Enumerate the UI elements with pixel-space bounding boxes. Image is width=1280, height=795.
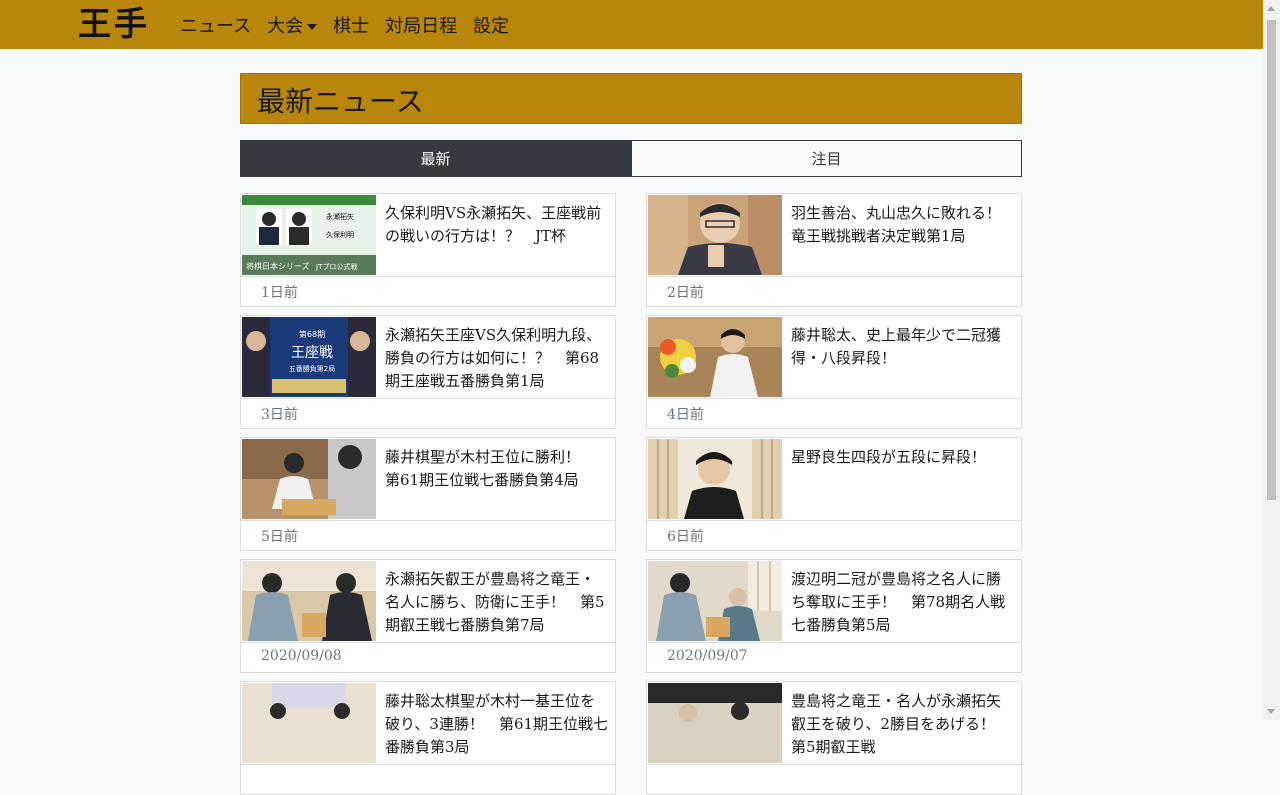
- nav-tournaments-label: 大会: [267, 15, 304, 37]
- tab-featured[interactable]: 注目: [631, 140, 1022, 177]
- nav-schedule[interactable]: 対局日程: [385, 12, 457, 38]
- nav-tournaments-dropdown[interactable]: 大会: [267, 12, 318, 38]
- news-date: 6日前: [667, 529, 704, 545]
- card-divider: [647, 642, 1021, 643]
- news-card[interactable]: 藤井聡太、史上最年少で二冠獲得・八段昇段！ 4日前: [646, 315, 1022, 429]
- news-thumbnail: 第68期 王座戦 五番勝負第2局: [242, 317, 376, 397]
- news-date: 5日前: [261, 529, 298, 545]
- thumb-text-term: 第68期: [299, 329, 325, 339]
- news-card[interactable]: 第68期 王座戦 五番勝負第2局 永瀬拓矢王座VS久保利明九段、勝負の行方は如何…: [240, 315, 616, 429]
- nav-settings[interactable]: 設定: [473, 12, 509, 38]
- news-title[interactable]: 渡辺明二冠が豊島将之名人に勝ち奪取に王手！ 第78期名人戦七番勝負第5局: [791, 568, 1015, 637]
- news-thumbnail: [242, 561, 376, 641]
- card-divider: [647, 764, 1021, 765]
- card-divider: [647, 520, 1021, 521]
- news-thumbnail: [648, 317, 782, 397]
- top-navbar: 王手 ニュース 大会 棋士 対局日程 設定: [0, 0, 1263, 49]
- news-date: 3日前: [261, 407, 298, 423]
- news-title[interactable]: 藤井聡太棋聖が木村一基王位を破り、3連勝！ 第61期王位戦七番勝負第3局: [385, 690, 609, 759]
- scroll-down-arrow-icon[interactable]: [1267, 709, 1275, 714]
- page-header: 最新ニュース: [240, 73, 1022, 124]
- page-title: 最新ニュース: [257, 85, 424, 118]
- news-thumbnail: [648, 561, 782, 641]
- news-card[interactable]: 永瀬拓矢叡王が豊島将之竜王・名人に勝ち、防衛に王手！ 第5期叡王戦七番勝負第7局…: [240, 559, 616, 673]
- news-thumbnail: [648, 195, 782, 275]
- news-card[interactable]: 永瀬拓矢 久保利明 将棋日本シリーズ JTプロ公式戦 久保利明VS永瀬拓矢、王座…: [240, 193, 616, 307]
- nav-links: ニュース 大会 棋士 対局日程 設定: [180, 0, 525, 49]
- news-thumbnail: [648, 683, 782, 763]
- news-date: 2020/09/08: [261, 648, 342, 664]
- news-date: 2日前: [667, 285, 704, 301]
- news-title[interactable]: 藤井聡太、史上最年少で二冠獲得・八段昇段！: [791, 324, 1015, 370]
- scrollbar-thumb[interactable]: [1267, 20, 1276, 500]
- thumb-text-series: 将棋日本シリーズ: [246, 261, 310, 271]
- news-title[interactable]: 星野良生四段が五段に昇段！: [791, 446, 1015, 469]
- nav-news[interactable]: ニュース: [180, 12, 251, 38]
- news-date: 2020/09/07: [667, 648, 748, 664]
- news-title[interactable]: 豊島将之竜王・名人が永瀬拓矢叡王を破り、2勝目をあげる！ 第5期叡王戦: [791, 690, 1015, 759]
- card-divider: [647, 276, 1021, 277]
- thumb-text-jt: JTプロ公式戦: [315, 262, 357, 271]
- news-title[interactable]: 藤井棋聖が木村王位に勝利！ 第61期王位戦七番勝負第4局: [385, 446, 609, 492]
- page-scrollbar[interactable]: [1263, 0, 1280, 720]
- news-card[interactable]: 羽生善治、丸山忠久に敗れる！ 竜王戦挑戦者決定戦第1局 2日前: [646, 193, 1022, 307]
- chevron-down-icon: [307, 23, 318, 30]
- news-thumbnail: 永瀬拓矢 久保利明 将棋日本シリーズ JTプロ公式戦: [242, 195, 376, 275]
- card-divider: [241, 642, 615, 643]
- news-thumbnail: [242, 683, 376, 763]
- news-date: 4日前: [667, 407, 704, 423]
- tab-latest[interactable]: 最新: [240, 140, 631, 177]
- nav-players[interactable]: 棋士: [333, 12, 369, 38]
- news-thumbnail: [242, 439, 376, 519]
- thumb-text-game: 五番勝負第2局: [289, 364, 335, 373]
- news-card[interactable]: 渡辺明二冠が豊島将之名人に勝ち奪取に王手！ 第78期名人戦七番勝負第5局 202…: [646, 559, 1022, 673]
- news-thumbnail: [648, 439, 782, 519]
- news-tabs: 最新 注目: [240, 140, 1022, 177]
- news-title[interactable]: 永瀬拓矢王座VS久保利明九段、勝負の行方は如何に！？ 第68期王座戦五番勝負第1…: [385, 324, 609, 393]
- news-card[interactable]: 藤井棋聖が木村王位に勝利！ 第61期王位戦七番勝負第4局 5日前: [240, 437, 616, 551]
- news-card[interactable]: 星野良生四段が五段に昇段！ 6日前: [646, 437, 1022, 551]
- scroll-up-arrow-icon[interactable]: [1267, 6, 1275, 11]
- card-divider: [241, 276, 615, 277]
- news-card[interactable]: 藤井聡太棋聖が木村一基王位を破り、3連勝！ 第61期王位戦七番勝負第3局: [240, 681, 616, 795]
- card-divider: [241, 398, 615, 399]
- news-date: 1日前: [261, 285, 298, 301]
- news-title[interactable]: 久保利明VS永瀬拓矢、王座戦前の戦いの行方は！？ JT杯: [385, 202, 609, 248]
- thumb-text-ouza: 王座戦: [291, 345, 333, 361]
- site-logo[interactable]: 王手: [78, 4, 150, 44]
- news-card[interactable]: 豊島将之竜王・名人が永瀬拓矢叡王を破り、2勝目をあげる！ 第5期叡王戦: [646, 681, 1022, 795]
- news-title[interactable]: 永瀬拓矢叡王が豊島将之竜王・名人に勝ち、防衛に王手！ 第5期叡王戦七番勝負第7局: [385, 568, 609, 637]
- news-title[interactable]: 羽生善治、丸山忠久に敗れる！ 竜王戦挑戦者決定戦第1局: [791, 202, 1016, 248]
- thumb-text-nagase: 永瀬拓矢: [326, 212, 354, 221]
- card-divider: [241, 764, 615, 765]
- card-divider: [241, 520, 615, 521]
- thumb-text-kubo: 久保利明: [326, 230, 354, 239]
- card-divider: [647, 398, 1021, 399]
